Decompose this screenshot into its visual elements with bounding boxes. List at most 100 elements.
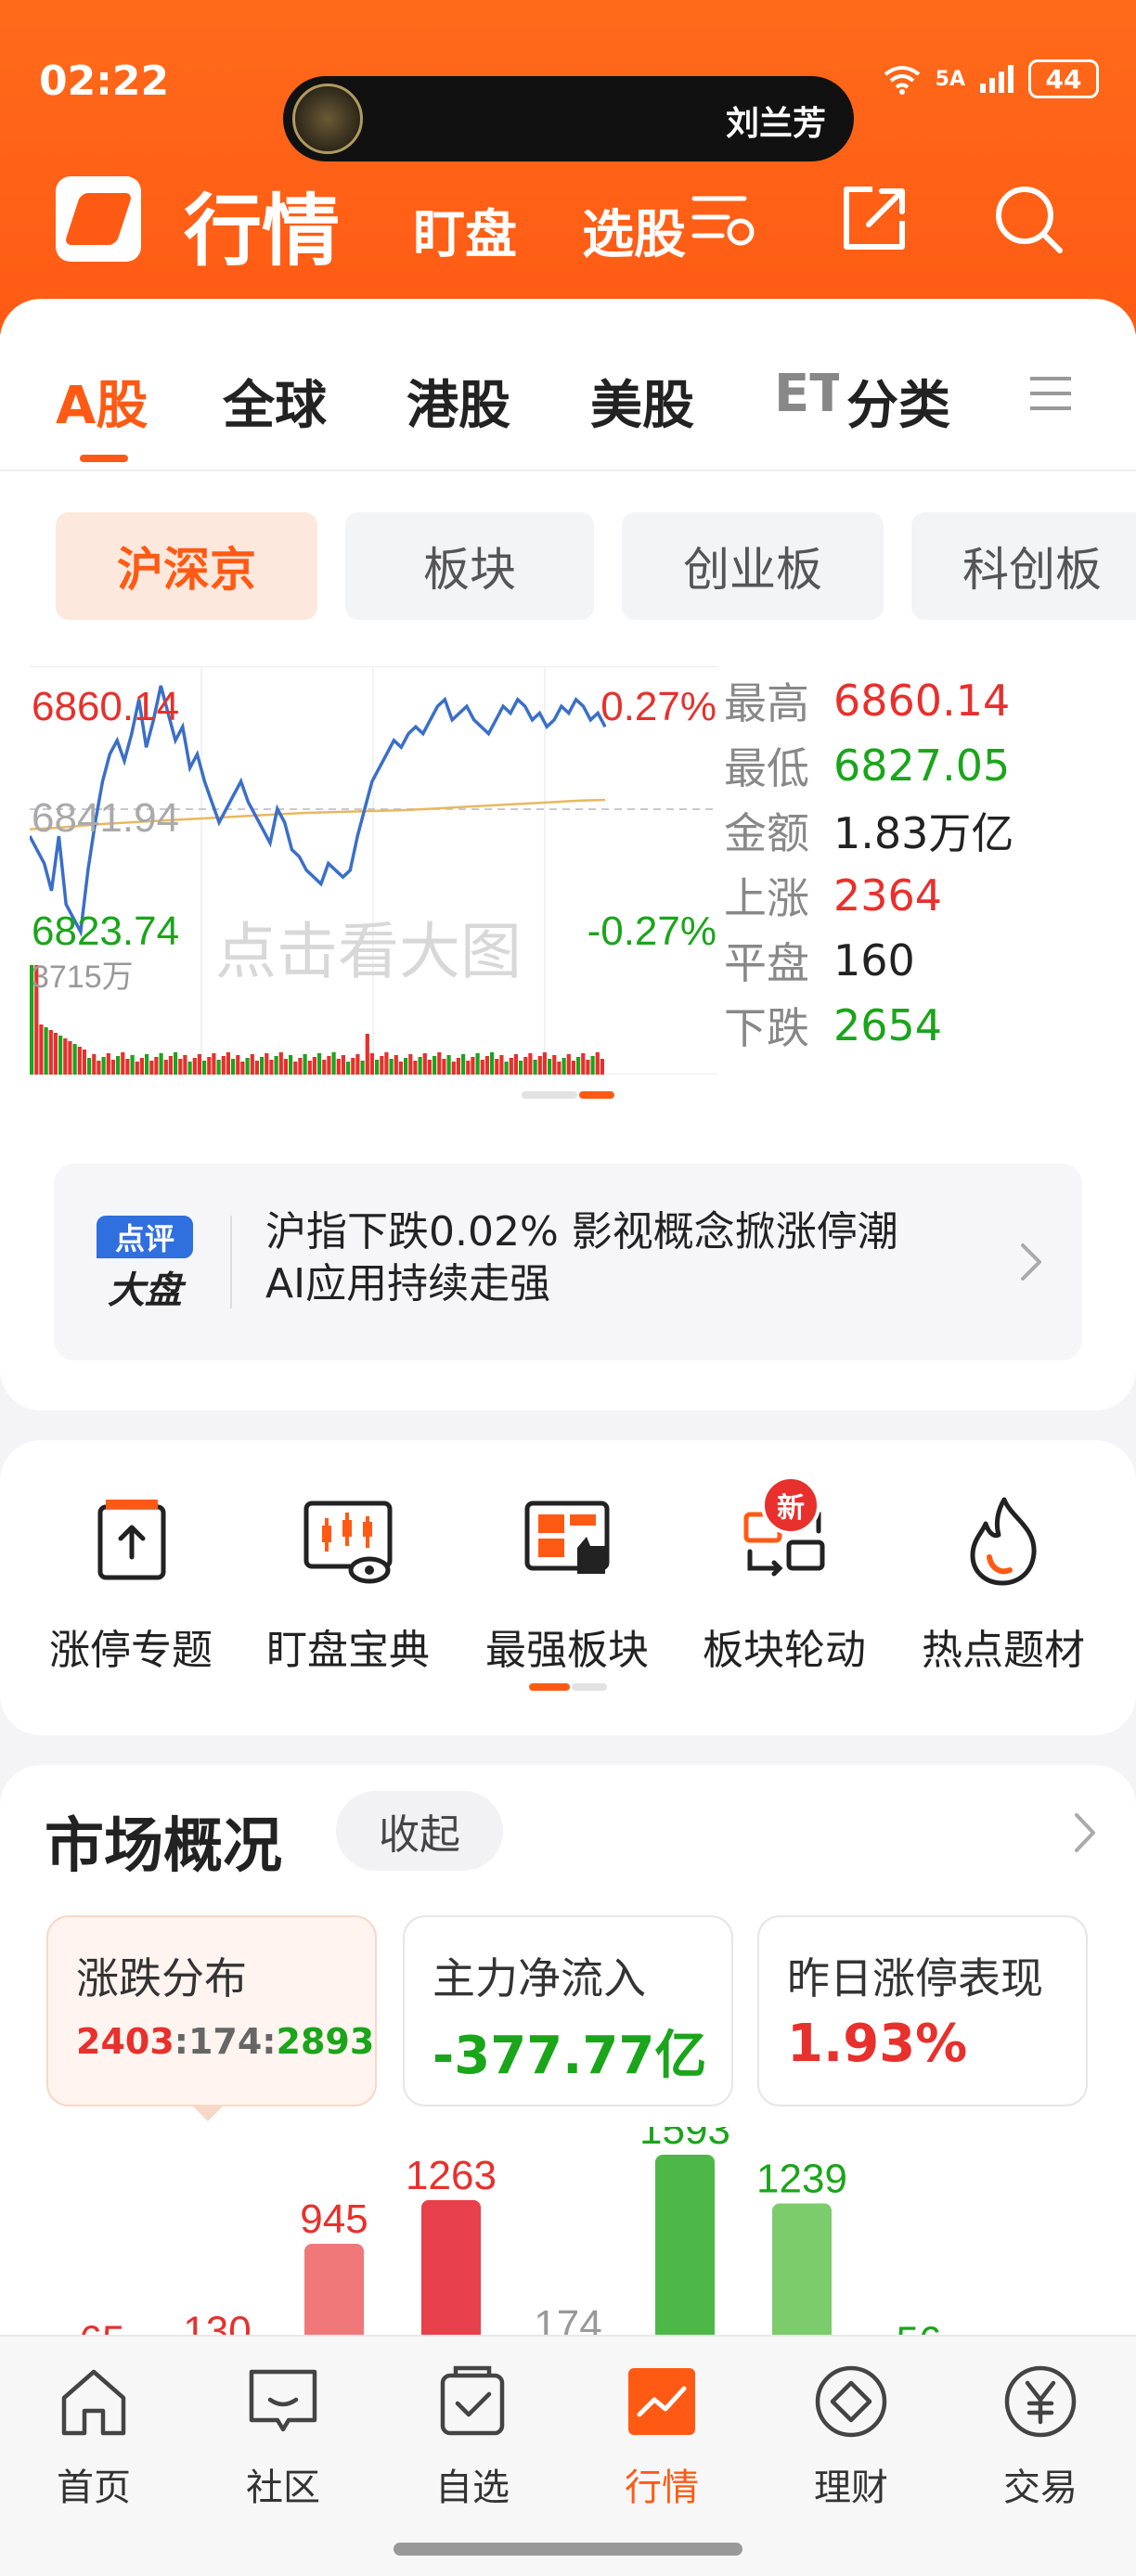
volume-bar xyxy=(87,1058,92,1075)
volume-bar xyxy=(432,1056,437,1075)
index-stats[interactable]: 最高 6860.14 最低 6827.05 金额 1.83万亿 上涨 2364 平盘 160 下跌 2… xyxy=(724,668,1132,1058)
collapse-button[interactable]: 收起 xyxy=(336,1791,503,1871)
volume-bar xyxy=(183,1055,187,1075)
nav-trade[interactable]: 交易 xyxy=(971,2363,1110,2511)
volume-bar xyxy=(82,1050,86,1075)
share-icon[interactable] xyxy=(835,180,913,258)
card-pointer xyxy=(191,2105,225,2121)
card-distribution[interactable]: 涨跌分布 2403:174:2893 xyxy=(46,1915,377,2106)
volume-bar xyxy=(552,1055,557,1075)
volume-bar xyxy=(283,1059,288,1075)
volume-bar xyxy=(446,1055,451,1075)
volume-bar xyxy=(533,1060,537,1075)
intraday-chart[interactable]: 点击看大图 6860.14 6841.94 6823.74 3715万 0.27… xyxy=(30,666,718,1075)
nav-home[interactable]: 首页 xyxy=(24,2363,163,2511)
volume-bar xyxy=(226,1052,230,1075)
market-card: A股 全球 港股 美股 ET 分类 沪深京 板块 创业板 科创板 点击看大图 6… xyxy=(0,299,1136,1410)
subtab-star[interactable]: 科创板 xyxy=(911,512,1136,620)
chevron-right-icon[interactable] xyxy=(1071,1810,1099,1856)
nav-label: 行情 xyxy=(625,2467,699,2509)
subtab-chinext[interactable]: 创业板 xyxy=(622,512,884,620)
volume-bar xyxy=(236,1055,240,1075)
volume-bar xyxy=(110,1060,115,1075)
tool-limit-up[interactable]: 涨停专题 xyxy=(24,1490,238,1694)
card-yesterday-limit[interactable]: 昨日涨停表现 1.93% xyxy=(757,1915,1088,2106)
volume-bar xyxy=(322,1060,327,1075)
menu-icon[interactable] xyxy=(1026,369,1075,418)
dist-bar-label: 945 xyxy=(300,2196,368,2242)
volume-bar xyxy=(53,1033,58,1075)
volume-bar xyxy=(528,1053,533,1075)
volume-bar xyxy=(380,1056,384,1075)
subtab-shsz[interactable]: 沪深京 xyxy=(56,512,317,620)
tab-global[interactable]: 全球 xyxy=(223,364,327,439)
tab-a-share[interactable]: A股 xyxy=(56,364,148,439)
chart-high-label: 6860.14 xyxy=(32,684,179,729)
home-indicator[interactable] xyxy=(394,2543,742,2556)
nav-wealth[interactable]: 理财 xyxy=(781,2363,921,2511)
tab-category[interactable]: 分类 xyxy=(846,364,950,439)
settings-list-icon[interactable] xyxy=(687,180,765,258)
volume-bar xyxy=(471,1057,475,1075)
dist-bar xyxy=(304,2244,364,2337)
dist-bar-label: 1239 xyxy=(756,2156,847,2201)
volume-bar xyxy=(77,1047,82,1075)
distribution-chart[interactable]: 6513094512631741593123956 xyxy=(0,2127,1136,2337)
nav-label: 理财 xyxy=(814,2467,888,2509)
volume-bar xyxy=(523,1057,528,1075)
volume-bar xyxy=(475,1053,480,1075)
stat-label: 下跌 xyxy=(724,1003,809,1053)
volume-bar xyxy=(72,1044,77,1075)
subtab-sector[interactable]: 板块 xyxy=(345,512,594,620)
card-distribution-label: 涨跌分布 xyxy=(76,1953,247,2003)
stat-label: 最低 xyxy=(724,743,809,793)
watch-guide-icon xyxy=(303,1501,393,1584)
tool-strongest-sector[interactable]: 最强板块 xyxy=(460,1490,674,1694)
volume-bar xyxy=(576,1057,581,1075)
commentary-line1: 沪指下跌0.02% 影视概念掀涨停潮 xyxy=(265,1208,898,1256)
header-tab-screener[interactable]: 选股 xyxy=(582,193,686,268)
commentary-badge-top: 点评 xyxy=(97,1216,193,1258)
volume-bar xyxy=(480,1060,484,1075)
volume-bar xyxy=(293,1062,298,1075)
chart-svg: 点击看大图 6860.14 6841.94 6823.74 3715万 0.27… xyxy=(30,666,718,1075)
volume-bar xyxy=(254,1061,259,1075)
volume-bar xyxy=(442,1059,446,1075)
volume-bar xyxy=(422,1053,427,1075)
header-title[interactable]: 行情 xyxy=(184,169,340,281)
volume-bar xyxy=(265,1053,269,1075)
tool-label: 涨停专题 xyxy=(49,1627,213,1674)
tab-hk[interactable]: 港股 xyxy=(407,364,510,439)
commentary-text: 沪指下跌0.02% 影视概念掀涨停潮 AI应用持续走强 xyxy=(265,1206,1008,1310)
nav-watchlist[interactable]: 自选 xyxy=(403,2363,542,2511)
header-tab-watch[interactable]: 盯盘 xyxy=(413,193,517,268)
island-name: 刘兰芳 xyxy=(725,105,826,143)
stat-value: 2364 xyxy=(833,870,943,921)
sub-tabs: 沪深京 板块 创业板 科创板 xyxy=(0,512,1136,622)
app-logo-icon[interactable] xyxy=(56,176,141,262)
volume-bar xyxy=(375,1060,380,1075)
volume-bar xyxy=(427,1060,432,1075)
dynamic-island[interactable]: 刘兰芳 xyxy=(283,76,854,161)
chart-pct-high: 0.27% xyxy=(600,684,716,729)
nav-community[interactable]: 社区 xyxy=(213,2363,353,2511)
volume-bar xyxy=(163,1060,168,1075)
volume-bar xyxy=(197,1054,201,1075)
volume-bar xyxy=(174,1052,178,1075)
volume-bar xyxy=(355,1054,360,1075)
volume-bar xyxy=(571,1061,575,1075)
card-main-inflow[interactable]: 主力净流入 -377.77亿 xyxy=(403,1915,733,2106)
chevron-right-icon xyxy=(1021,1243,1041,1281)
market-commentary[interactable]: 点评 大盘 沪指下跌0.02% 影视概念掀涨停潮 AI应用持续走强 xyxy=(54,1164,1082,1360)
tool-sector-rotation[interactable]: 新 板块轮动 xyxy=(678,1475,891,1694)
volume-bar xyxy=(245,1058,250,1075)
tab-etf[interactable]: ET xyxy=(774,364,839,424)
volume-bar xyxy=(365,1034,369,1075)
tab-us[interactable]: 美股 xyxy=(590,364,694,439)
tool-hot-topics[interactable]: 热点题材 xyxy=(897,1490,1110,1694)
dist-flat-count: 174 xyxy=(187,2021,263,2062)
nav-market[interactable]: 行情 xyxy=(592,2363,731,2511)
search-icon[interactable] xyxy=(989,180,1067,258)
tool-watch-guide[interactable]: 盯盘宝典 xyxy=(241,1490,455,1694)
volume-bar xyxy=(581,1053,586,1075)
